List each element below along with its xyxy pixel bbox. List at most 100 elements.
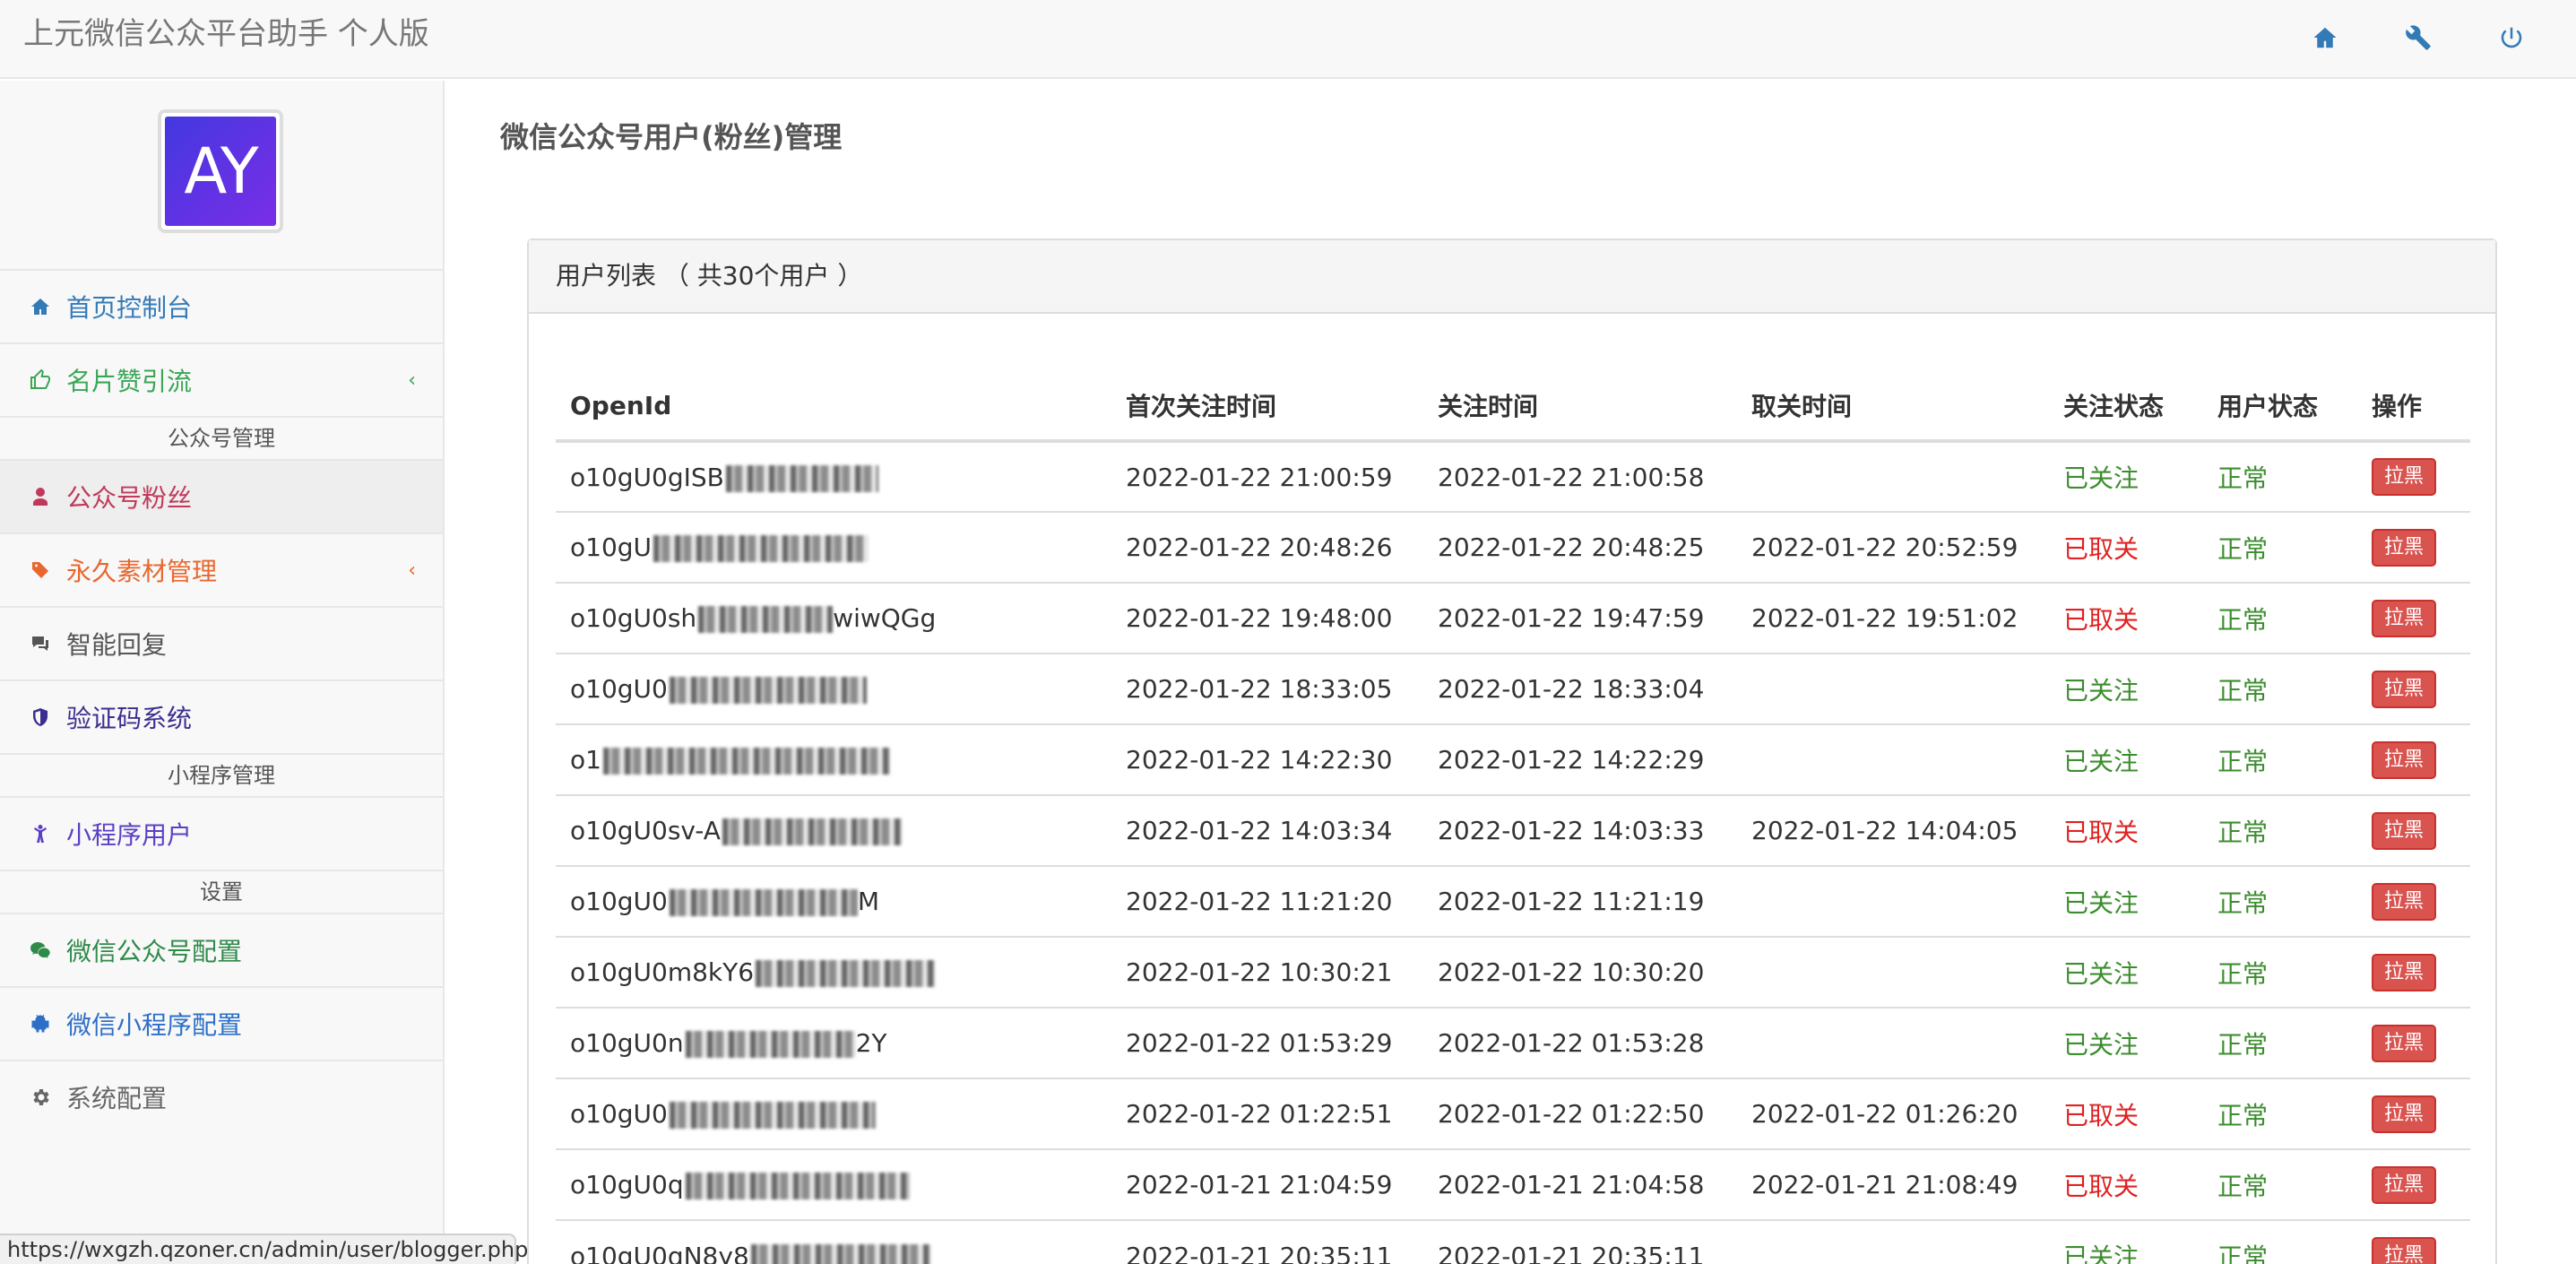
- table-row: o10gU0sv-A 2022-01-22 14:03:34 2022-01-22 …: [556, 794, 2470, 866]
- table-row: o10gU0 M 2022-01-22 11:21:20 2022-01-22 11:…: [556, 865, 2470, 937]
- blacklist-button[interactable]: 拉黑: [2372, 882, 2437, 921]
- android-icon: [27, 1010, 54, 1037]
- openid-redaction: [698, 606, 834, 633]
- wrench-icon[interactable]: [2372, 18, 2465, 57]
- follow-status: 已关注: [2049, 1219, 2203, 1264]
- action-cell: 拉黑: [2357, 723, 2470, 795]
- brand-title[interactable]: 上元微信公众平台助手 个人版: [23, 14, 429, 54]
- unfollow-time: [1737, 1219, 2049, 1264]
- user-list-panel: 用户列表 （ 共30个用户 ） OpenId 首次关注时间 关注时间 取关时间 …: [527, 238, 2497, 1264]
- openid-cell: o10gU0gISB: [556, 440, 1111, 512]
- sidebar-item-label: 公众号粉丝: [66, 483, 193, 513]
- openid-text: o10gU0q: [570, 1170, 684, 1199]
- openid-cell: o10gU0sh wiwQGg: [556, 582, 1111, 654]
- blacklist-button[interactable]: 拉黑: [2372, 458, 2437, 496]
- action-cell: 拉黑: [2357, 653, 2470, 724]
- sidebar-item[interactable]: 微信小程序配置: [0, 986, 443, 1060]
- openid-redaction: [669, 1102, 876, 1129]
- openid-redaction: [653, 535, 869, 562]
- unfollow-time: 2022-01-22 19:51:02: [1737, 582, 2049, 654]
- status-bar-url: https://wxgzh.qzoner.cn/admin/user/blogg…: [0, 1234, 528, 1264]
- follow-status: 已关注: [2049, 936, 2203, 1008]
- sidebar-item[interactable]: 首页控制台: [0, 269, 443, 342]
- sidebar-item[interactable]: 微信公众号配置: [0, 913, 443, 986]
- sidebar-item-label: 验证码系统: [66, 704, 193, 733]
- follow-status: 已取关: [2049, 1078, 2203, 1149]
- unfollow-time: 2022-01-22 01:26:20: [1737, 1078, 2049, 1149]
- blacklist-button[interactable]: 拉黑: [2372, 1237, 2437, 1264]
- user-icon: [27, 483, 54, 510]
- openid-redaction: [669, 889, 858, 916]
- avatar[interactable]: AY: [158, 109, 283, 233]
- user-status: 正常: [2203, 440, 2357, 512]
- column-header-follow: 关注时间: [1423, 371, 1737, 443]
- sidebar-item-label: 小程序用户: [66, 820, 193, 850]
- sidebar-item[interactable]: 名片赞引流 ‹: [0, 342, 443, 416]
- openid-text: o10gU0gISB: [570, 462, 724, 492]
- power-icon[interactable]: [2465, 18, 2558, 57]
- action-cell: 拉黑: [2357, 1078, 2470, 1149]
- blacklist-button[interactable]: 拉黑: [2372, 599, 2437, 637]
- home-icon[interactable]: [2278, 18, 2372, 57]
- openid-tail: M: [857, 887, 880, 916]
- follow-status: 已取关: [2049, 582, 2203, 654]
- first-follow-time: 2022-01-22 20:48:26: [1111, 511, 1423, 583]
- first-follow-time: 2022-01-21 20:35:11: [1111, 1219, 1423, 1264]
- table-row: o10gU0 2022-01-22 01:22:51 2022-01-22 01:2…: [556, 1078, 2470, 1149]
- follow-status: 已关注: [2049, 723, 2203, 795]
- sidebar-section-header: 设置: [0, 870, 443, 913]
- sidebar-item[interactable]: 系统配置: [0, 1060, 443, 1133]
- follow-time: 2022-01-22 14:03:33: [1423, 794, 1737, 866]
- sidebar-item[interactable]: 永久素材管理 ‹: [0, 532, 443, 606]
- column-header-unfollow: 取关时间: [1737, 371, 2049, 443]
- first-follow-time: 2022-01-22 14:03:34: [1111, 794, 1423, 866]
- chevron-left-icon[interactable]: ‹: [408, 369, 416, 392]
- sidebar-nav: 首页控制台 名片赞引流 ‹ 公众号管理 公众号粉丝 永久素材管理 ‹ 智能回复 验证码系统 小程序…: [0, 269, 443, 1133]
- follow-status: 已关注: [2049, 440, 2203, 512]
- table-row: o10gU0qN8y8 2022-01-21 20:35:11 2022-01-21…: [556, 1219, 2470, 1264]
- blacklist-button[interactable]: 拉黑: [2372, 953, 2437, 991]
- follow-time: 2022-01-21 21:04:58: [1423, 1148, 1737, 1220]
- blacklist-button[interactable]: 拉黑: [2372, 740, 2437, 779]
- user-table: OpenId 首次关注时间 关注时间 取关时间 关注状态 用户状态 操作 o10…: [556, 371, 2470, 1264]
- sidebar-item-label: 首页控制台: [66, 293, 193, 323]
- openid-redaction: [756, 960, 936, 987]
- first-follow-time: 2022-01-22 14:22:30: [1111, 723, 1423, 795]
- blacklist-button[interactable]: 拉黑: [2372, 1024, 2437, 1062]
- unfollow-time: [1737, 936, 2049, 1008]
- openid-cell: o10gU0: [556, 653, 1111, 724]
- table-row: o10gU 2022-01-22 20:48:26 2022-01-22 20:48…: [556, 511, 2470, 583]
- blacklist-button[interactable]: 拉黑: [2372, 1095, 2437, 1133]
- user-status: 正常: [2203, 1007, 2357, 1078]
- chevron-left-icon[interactable]: ‹: [408, 559, 416, 582]
- blacklist-button[interactable]: 拉黑: [2372, 528, 2437, 567]
- panel-title: 用户列表 （ 共30个用户 ）: [529, 240, 2495, 314]
- follow-time: 2022-01-22 20:48:25: [1423, 511, 1737, 583]
- blacklist-button[interactable]: 拉黑: [2372, 811, 2437, 850]
- blacklist-button[interactable]: 拉黑: [2372, 1165, 2437, 1204]
- user-status: 正常: [2203, 865, 2357, 937]
- openid-cell: o1: [556, 723, 1111, 795]
- table-row: o10gU0n 2Y 2022-01-22 01:53:29 2022-01-22 0…: [556, 1007, 2470, 1078]
- wechat-icon: [27, 937, 54, 964]
- first-follow-time: 2022-01-21 21:04:59: [1111, 1148, 1423, 1220]
- unfollow-time: [1737, 653, 2049, 724]
- top-navbar: 上元微信公众平台助手 个人版: [0, 0, 2576, 79]
- follow-time: 2022-01-22 11:21:19: [1423, 865, 1737, 937]
- sidebar-item[interactable]: 小程序用户: [0, 796, 443, 870]
- column-header-openid: OpenId: [556, 371, 1111, 443]
- sidebar-item-label: 智能回复: [66, 630, 168, 660]
- blacklist-button[interactable]: 拉黑: [2372, 670, 2437, 708]
- follow-time: 2022-01-22 01:22:50: [1423, 1078, 1737, 1149]
- sidebar-item[interactable]: 公众号粉丝: [0, 459, 443, 532]
- action-cell: 拉黑: [2357, 936, 2470, 1008]
- openid-cell: o10gU0 M: [556, 865, 1111, 937]
- sidebar-item[interactable]: 智能回复: [0, 606, 443, 680]
- openid-tail: 2Y: [855, 1028, 887, 1058]
- user-status: 正常: [2203, 936, 2357, 1008]
- follow-time: 2022-01-22 10:30:20: [1423, 936, 1737, 1008]
- openid-tail: wiwQGg: [833, 603, 937, 633]
- unfollow-time: [1737, 1007, 2049, 1078]
- sidebar-item[interactable]: 验证码系统: [0, 680, 443, 753]
- column-header-user-status: 用户状态: [2203, 371, 2357, 443]
